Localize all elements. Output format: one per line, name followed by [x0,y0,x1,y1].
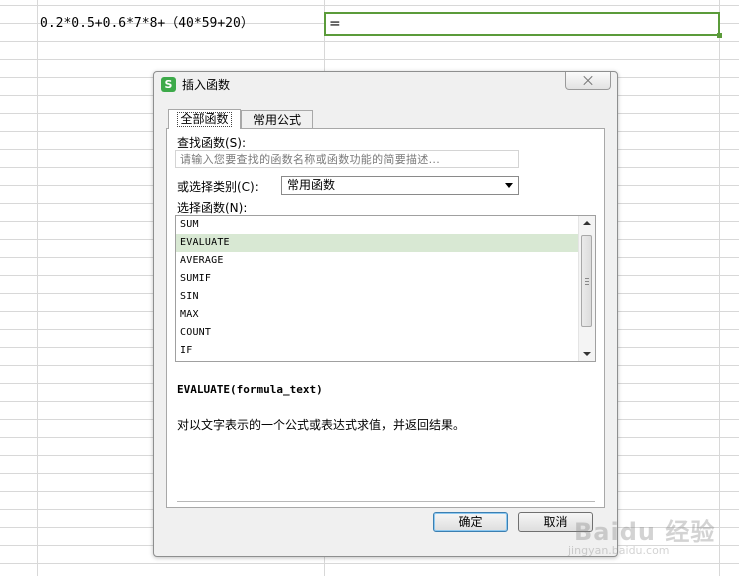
function-item[interactable]: COUNT [176,324,578,342]
grid-column-line [719,0,720,576]
function-list[interactable]: SUM EVALUATE AVERAGE SUMIF SIN MAX COUNT IF [175,215,596,362]
grid-column-line [37,0,38,576]
tab-label: 全部函数 [177,112,232,127]
function-signature: EVALUATE(formula_text) [177,383,323,396]
divider [177,501,595,502]
grip-line [585,281,589,282]
function-item[interactable]: EVALUATE [176,234,578,252]
watermark-text: Baidu 经验 [574,518,716,546]
close-button[interactable] [565,72,611,90]
search-label: 查找函数(S): [177,136,247,150]
function-items: SUM EVALUATE AVERAGE SUMIF SIN MAX COUNT IF [176,216,595,360]
category-value: 常用函数 [287,178,336,192]
cell-formula-text[interactable]: 0.2*0.5+0.6*7*8+（40*59+20） [40,14,320,34]
scrollbar-thumb[interactable] [581,235,592,327]
fill-handle[interactable] [717,33,722,38]
category-label: 或选择类别(C): [177,180,259,194]
active-cell[interactable]: = [324,12,722,38]
function-item[interactable]: IF [176,342,578,360]
active-cell-content: = [329,16,341,32]
baidu-watermark: Baidu 经验 jingyan.baidu.com [560,500,739,570]
search-input[interactable]: 请输入您要查找的函数名称或函数功能的简要描述... [175,150,519,168]
scroll-down-icon[interactable] [583,352,591,356]
scrollbar[interactable] [578,216,595,361]
tab-panel: 查找函数(S): 请输入您要查找的函数名称或函数功能的简要描述... 或选择类别… [166,128,605,508]
wps-app-icon: S [161,77,176,92]
chevron-down-icon[interactable] [505,183,513,188]
grid-row-line [0,5,739,6]
function-item[interactable]: SUMIF [176,270,578,288]
insert-function-dialog: S 插入函数 全部函数 常用公式 查找函数(S): 请输入您要查找的函数名称或函… [153,71,618,557]
tab-common-formulas[interactable]: 常用公式 [241,110,313,129]
watermark-url: jingyan.baidu.com [568,544,670,557]
function-item[interactable]: SUM [176,216,578,234]
tab-all-functions[interactable]: 全部函数 [168,109,241,129]
grip-line [585,284,589,285]
function-item[interactable]: MAX [176,306,578,324]
category-select[interactable]: 常用函数 [281,176,519,195]
grid-row-line [0,59,739,60]
function-item[interactable]: SIN [176,288,578,306]
grid-row-line [0,41,739,42]
function-list-label: 选择函数(N): [177,201,248,215]
dialog-titlebar[interactable]: S 插入函数 [154,72,617,98]
grip-line [585,278,589,279]
ok-button[interactable]: 确定 [433,512,508,532]
function-description: 对以文字表示的一个公式或表达式求值，并返回结果。 [177,418,466,432]
dialog-title: 插入函数 [182,78,231,92]
scroll-up-icon[interactable] [583,221,591,225]
function-item[interactable]: AVERAGE [176,252,578,270]
